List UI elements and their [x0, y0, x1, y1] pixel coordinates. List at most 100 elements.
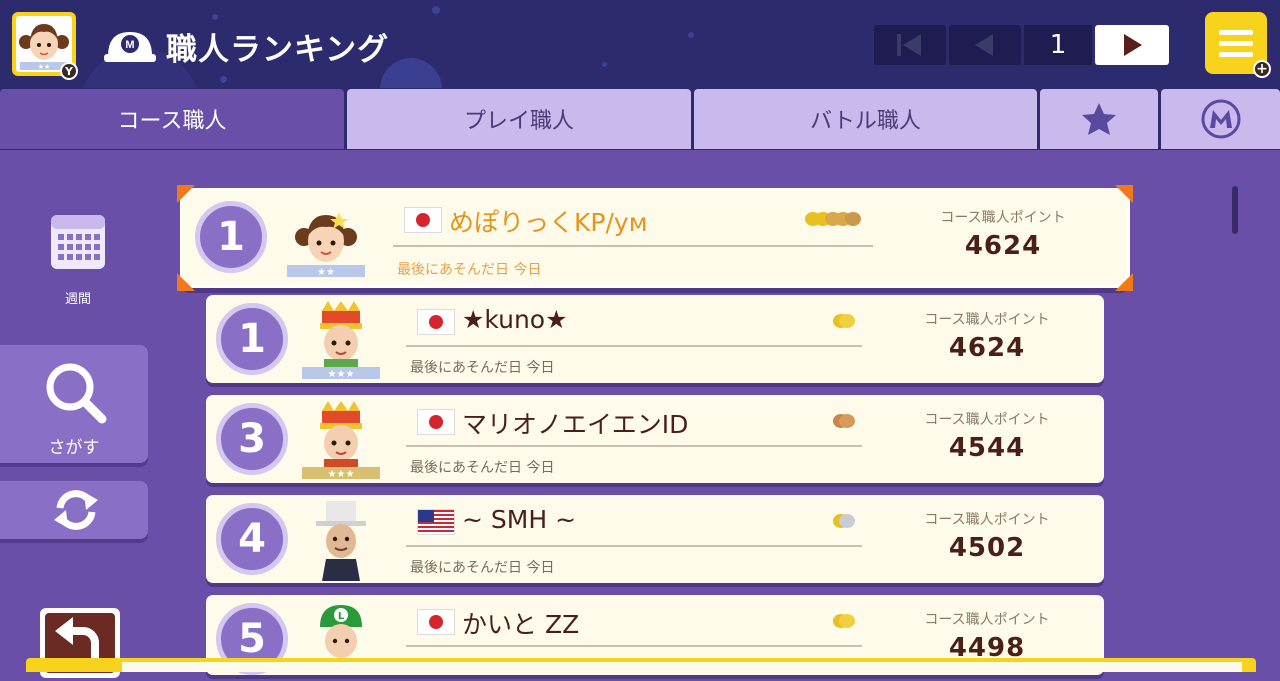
player-name: マリオノエイエンID	[462, 410, 689, 439]
page-number: 1	[1024, 25, 1092, 65]
points-label: コース職人ポイント	[924, 412, 1050, 428]
mii-girl-avatar: ★★	[287, 213, 365, 278]
player-name: めぽりっくKP/yм	[449, 208, 648, 237]
last-played-label: 最後にあそんだ日	[410, 460, 522, 476]
svg-text:★★★: ★★★	[328, 469, 355, 480]
japan-flag-icon	[418, 410, 454, 434]
main-menu-button[interactable]: +	[1205, 12, 1271, 78]
star-dot	[212, 14, 218, 20]
gold-coin-medal-icon	[833, 314, 855, 328]
last-played: 最後にあそんだ日 今日	[410, 557, 554, 577]
tab-star[interactable]	[1040, 89, 1158, 149]
period-label: 週間	[64, 292, 91, 307]
menu-icon-bar	[1219, 40, 1253, 46]
tab-course-maker[interactable]: コース職人	[0, 89, 344, 149]
prev-page-button[interactable]	[949, 25, 1021, 65]
ranking-row[interactable]: 4 ~ SMH ~ 最後にあそんだ日 今日 コース職人ポイント 4502	[206, 495, 1104, 583]
points-label: コース職人ポイント	[924, 612, 1050, 628]
bronze-coin-medal-icon	[833, 414, 855, 428]
rank-number: 4	[216, 503, 288, 575]
svg-text:M: M	[125, 39, 134, 51]
page-navigator: 1	[874, 25, 1169, 65]
player-name: かいと ZZ	[462, 610, 580, 639]
points-value: 4544	[948, 433, 1026, 463]
last-played: 最後にあそんだ日 今日	[397, 259, 541, 279]
gold-coin-medal-icon	[833, 614, 855, 628]
selection-corner	[177, 185, 195, 203]
rank-number: 3	[216, 403, 288, 475]
points-value: 4624	[948, 333, 1026, 363]
mii-king-avatar: ★★★	[302, 401, 380, 480]
refresh-icon	[54, 490, 98, 530]
name-underline	[406, 345, 862, 347]
name-underline	[406, 645, 862, 647]
list-scrollbar[interactable]	[1232, 186, 1238, 234]
star-dot	[688, 32, 694, 38]
svg-text:L: L	[338, 611, 345, 622]
japan-flag-icon	[405, 208, 441, 232]
player-name: ★kuno★	[462, 305, 568, 334]
japan-flag-icon	[418, 310, 454, 334]
mii-top-hat-avatar	[316, 501, 366, 581]
tab-play-maker[interactable]: プレイ職人	[347, 89, 691, 149]
selection-corner	[1115, 185, 1133, 203]
plus-button-badge: +	[1253, 60, 1271, 78]
menu-icon-bar	[1219, 51, 1253, 57]
points-label: コース職人ポイント	[924, 512, 1050, 528]
last-played-value: 今日	[513, 262, 542, 278]
japan-flag-icon	[418, 610, 454, 634]
calendar-icon[interactable]	[50, 214, 106, 270]
search-label: さがす	[48, 438, 100, 458]
star-dot	[432, 6, 440, 14]
last-played-label: 最後にあそんだ日	[410, 360, 522, 376]
next-page-icon	[1124, 34, 1142, 56]
points-label: コース職人ポイント	[924, 312, 1050, 328]
points-value: 4502	[948, 533, 1026, 563]
next-page-button[interactable]	[1095, 25, 1169, 65]
gold-coins-medal-icon	[805, 212, 861, 226]
last-played-label: 最後にあそんだ日	[410, 560, 522, 576]
page-title: 職人ランキング	[166, 32, 390, 68]
tab-bar: コース職人 プレイ職人 バトル職人	[0, 88, 1280, 150]
svg-text:★★: ★★	[317, 267, 335, 278]
points-label: コース職人ポイント	[940, 210, 1066, 226]
selection-corner	[1115, 273, 1133, 291]
star-icon	[1082, 103, 1116, 135]
last-played-label: 最後にあそんだ日	[397, 262, 509, 278]
player-name: ~ SMH ~	[462, 505, 577, 534]
profile-avatar-button[interactable]: ★★ Y	[12, 12, 78, 80]
ranking-row[interactable]: 3 ★★★ マリオノエイエンID 最後にあそんだ日 今日 コース職人ポイント 4…	[206, 395, 1104, 483]
header-bar: ★★ Y M 職人ランキング 1 +	[0, 0, 1280, 88]
star-dot	[602, 62, 607, 67]
star-dot	[220, 76, 227, 83]
svg-text:★★★: ★★★	[328, 369, 355, 380]
search-button[interactable]: さがす	[0, 345, 148, 463]
first-page-button[interactable]	[874, 25, 946, 65]
refresh-button[interactable]	[0, 481, 148, 539]
rank-number: 1	[195, 201, 267, 273]
tab-battle-maker[interactable]: バトル職人	[694, 89, 1037, 149]
tab-mario[interactable]	[1161, 89, 1280, 149]
name-underline	[393, 245, 873, 247]
last-played-value: 今日	[526, 460, 555, 476]
last-played-value: 今日	[526, 360, 555, 376]
first-page-icon	[897, 34, 921, 56]
points-value: 4624	[964, 231, 1042, 261]
ranking-row[interactable]: 1 ★★★ ★kuno★ 最後にあそんだ日 今日 コース職人ポイント 4624	[206, 295, 1104, 383]
last-played: 最後にあそんだ日 今日	[410, 457, 554, 477]
prev-page-icon	[975, 34, 993, 56]
name-underline	[406, 445, 862, 447]
planet-decoration	[380, 58, 442, 88]
mii-king-avatar: ★★★	[302, 301, 380, 380]
selection-corner	[177, 273, 195, 291]
builder-helmet-icon: M	[104, 32, 156, 62]
silver-coin-medal-icon	[833, 514, 855, 528]
magnifier-icon	[46, 363, 107, 424]
last-played-value: 今日	[526, 560, 555, 576]
y-button-badge: Y	[60, 62, 78, 80]
ranking-row-self[interactable]: 1 ★★ めぽりっくKP/yм 最後にあそんだ日 今日 コース職人ポイント 46…	[177, 185, 1133, 291]
svg-text:★★: ★★	[38, 63, 51, 71]
mario-m-icon	[1201, 99, 1240, 139]
name-underline	[406, 545, 862, 547]
last-played: 最後にあそんだ日 今日	[410, 357, 554, 377]
